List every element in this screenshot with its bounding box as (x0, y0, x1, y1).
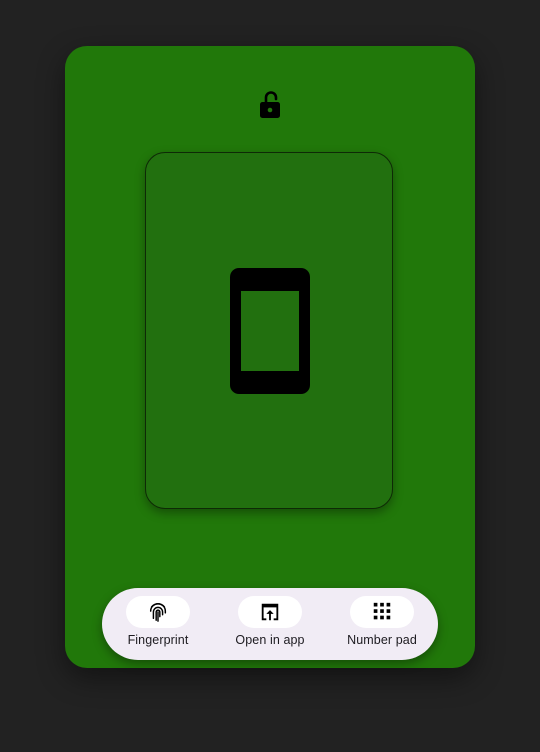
open-in-app-pill[interactable] (238, 596, 302, 628)
dialpad-icon (373, 602, 391, 620)
open-in-app-button[interactable]: Open in app (214, 596, 326, 654)
device-card[interactable] (145, 152, 393, 509)
fingerprint-pill[interactable] (126, 596, 190, 628)
number-pad-button[interactable]: Number pad (326, 596, 438, 654)
fingerprint-label: Fingerprint (127, 633, 189, 647)
smartphone-icon (230, 268, 310, 394)
unlock-methods-bar: Fingerprint Open in app Number pad (102, 588, 438, 660)
lock-open-icon (260, 91, 280, 118)
unlock-panel: Fingerprint Open in app Number pad (65, 46, 475, 668)
number-pad-pill[interactable] (350, 596, 414, 628)
number-pad-label: Number pad (347, 633, 417, 647)
open-in-app-icon (261, 603, 279, 621)
fingerprint-icon (149, 603, 167, 622)
fingerprint-button[interactable]: Fingerprint (102, 596, 214, 654)
open-in-app-label: Open in app (235, 633, 305, 647)
